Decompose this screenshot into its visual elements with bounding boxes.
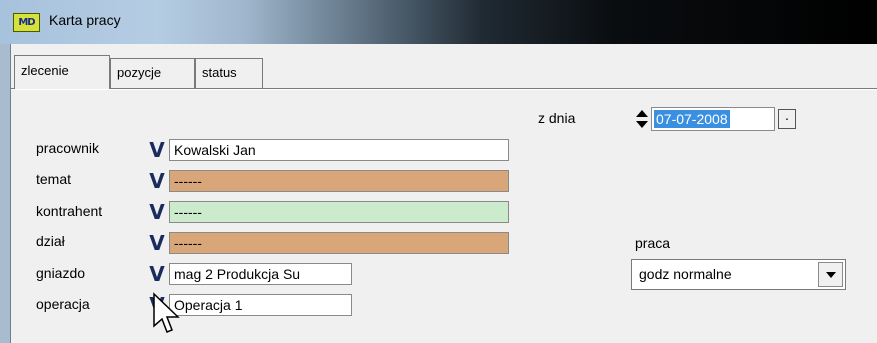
window-title: Karta pracy bbox=[49, 12, 121, 28]
label-operacja: operacja bbox=[36, 296, 90, 312]
label-gniazdo: gniazdo bbox=[36, 265, 86, 281]
date-spinner[interactable] bbox=[633, 108, 651, 130]
select-check-icon[interactable]: V bbox=[146, 170, 168, 192]
dzial-field[interactable]: ------ bbox=[169, 232, 509, 254]
kontrahent-field[interactable]: ------ bbox=[169, 201, 509, 223]
date-label: z dnia bbox=[538, 110, 576, 126]
tab-pozycje[interactable]: pozycje bbox=[110, 58, 195, 88]
select-check-icon[interactable]: V bbox=[146, 201, 168, 223]
label-temat: temat bbox=[36, 171, 72, 187]
date-value[interactable]: 07-07-2008 bbox=[654, 110, 730, 128]
pracownik-field[interactable]: Kowalski Jan bbox=[169, 139, 509, 161]
tab-strip-highlight bbox=[11, 89, 877, 90]
mouse-cursor-icon bbox=[153, 292, 180, 333]
select-check-icon[interactable]: V bbox=[146, 232, 168, 254]
select-check-icon[interactable]: V bbox=[146, 263, 168, 285]
praca-select[interactable]: godz normalne bbox=[631, 259, 846, 290]
praca-selected-value: godz normalne bbox=[639, 266, 732, 282]
temat-field[interactable]: ------ bbox=[169, 170, 509, 192]
select-check-icon[interactable]: V bbox=[146, 139, 168, 161]
tab-status[interactable]: status bbox=[195, 58, 263, 88]
label-pracownik: pracownik bbox=[36, 140, 100, 156]
dropdown-dot-icon: · bbox=[784, 110, 790, 126]
tab-zlecenie[interactable]: zlecenie bbox=[14, 55, 110, 89]
spin-up-icon[interactable] bbox=[636, 110, 648, 117]
app-icon: MD bbox=[13, 13, 40, 32]
date-dropdown-button[interactable]: · bbox=[778, 109, 796, 129]
praca-label: praca bbox=[635, 235, 671, 251]
operacja-field[interactable]: Operacja 1 bbox=[169, 294, 352, 316]
chevron-down-icon[interactable] bbox=[818, 262, 843, 287]
label-dzial: dział bbox=[36, 233, 65, 249]
date-field[interactable]: 07-07-2008 bbox=[651, 107, 775, 131]
label-kontrahent: kontrahent bbox=[36, 203, 103, 219]
gniazdo-field[interactable]: mag 2 Produkcja Su bbox=[169, 263, 352, 285]
spin-down-icon[interactable] bbox=[636, 121, 648, 128]
title-bar[interactable]: MD Karta pracy bbox=[0, 0, 877, 44]
